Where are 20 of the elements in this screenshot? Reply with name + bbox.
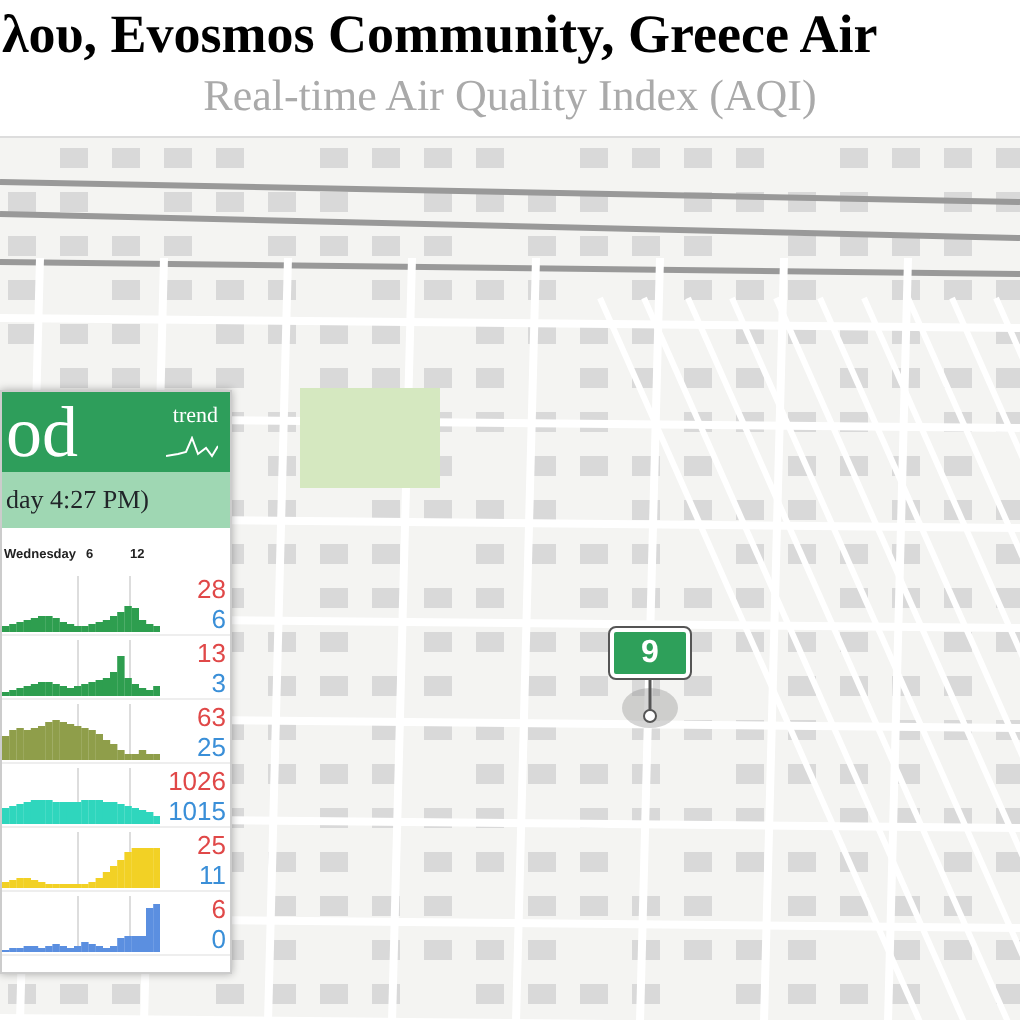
max-value: 28: [195, 573, 226, 603]
min-value: 0: [209, 923, 226, 953]
page-subtitle: Real-time Air Quality Index (AQI): [203, 70, 817, 120]
aqi-marker[interactable]: 9: [610, 628, 690, 678]
min-value: 6: [209, 603, 226, 633]
max-value: 13: [195, 637, 226, 667]
page-title: λου, Evosmos Community, Greece Air: [2, 2, 878, 68]
marker-pin-icon: [640, 680, 660, 724]
rating-label: od: [6, 392, 78, 472]
min-value: 25: [195, 731, 226, 761]
updated-time: day 4:27 PM): [6, 484, 149, 514]
max-value: 25: [195, 829, 226, 859]
max-value: 63: [195, 701, 226, 731]
min-value: 11: [197, 859, 226, 889]
trend-label[interactable]: trend: [172, 400, 218, 433]
max-value: 1026: [166, 765, 226, 795]
max-value: 6: [209, 893, 226, 923]
min-value: 3: [209, 667, 226, 697]
min-value: 1015: [166, 795, 226, 825]
trend-sparkline-icon[interactable]: [166, 436, 218, 460]
